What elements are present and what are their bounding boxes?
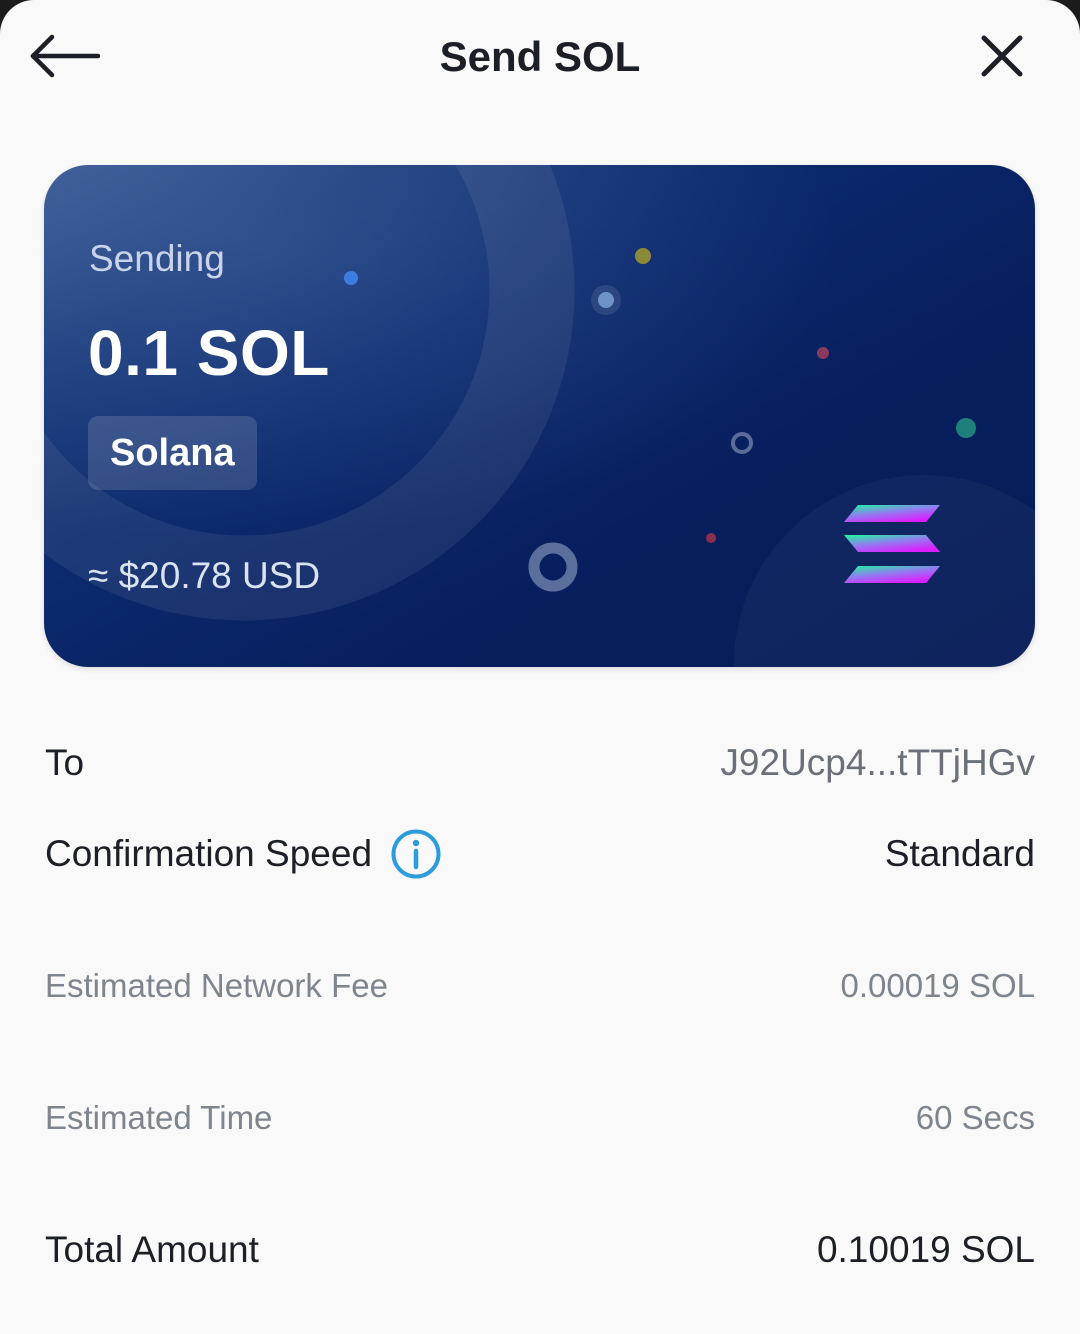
network-label: Solana (110, 431, 235, 474)
estimated-time-value: 60 Secs (915, 1099, 1035, 1136)
close-icon (981, 35, 1023, 77)
confirmation-speed-label: Confirmation Speed (45, 833, 373, 874)
confirmation-speed-row[interactable]: Confirmation Speed Standard (45, 825, 1035, 883)
to-label: To (45, 742, 85, 783)
sending-card: Sending 0.1 SOL Solana ≈ $20.78 USD (44, 165, 1035, 667)
solana-logo-icon (844, 505, 940, 583)
confirmation-speed-label-group: Confirmation Speed (45, 828, 442, 880)
estimated-time-label: Estimated Time (45, 1099, 273, 1136)
total-amount-label: Total Amount (45, 1229, 259, 1270)
network-fee-value: 0.00019 SOL (840, 967, 1036, 1004)
usd-value: ≈ $20.78 USD (88, 555, 321, 596)
recipient-address: J92Ucp4...tTTjHGv (720, 742, 1035, 783)
total-amount-value: 0.10019 SOL (816, 1229, 1035, 1270)
network-fee-row: Estimated Network Fee 0.00019 SOL (45, 962, 1035, 1010)
page-title: Send SOL (439, 33, 641, 80)
network-badge: Solana (88, 416, 257, 490)
sending-label: Sending (89, 238, 225, 279)
to-row: To J92Ucp4...tTTjHGv (45, 735, 1035, 791)
estimated-time-row: Estimated Time 60 Secs (45, 1094, 1035, 1142)
send-sheet: Send SOL Sending 0.1 SOL Solana ≈ $20.78… (0, 0, 1080, 1334)
close-button[interactable] (972, 26, 1032, 86)
total-amount-row: Total Amount 0.10019 SOL (45, 1222, 1035, 1278)
send-amount: 0.1 SOL (88, 317, 330, 389)
network-fee-label: Estimated Network Fee (45, 967, 388, 1004)
info-icon[interactable] (390, 828, 442, 880)
confirmation-speed-value[interactable]: Standard (885, 833, 1035, 875)
